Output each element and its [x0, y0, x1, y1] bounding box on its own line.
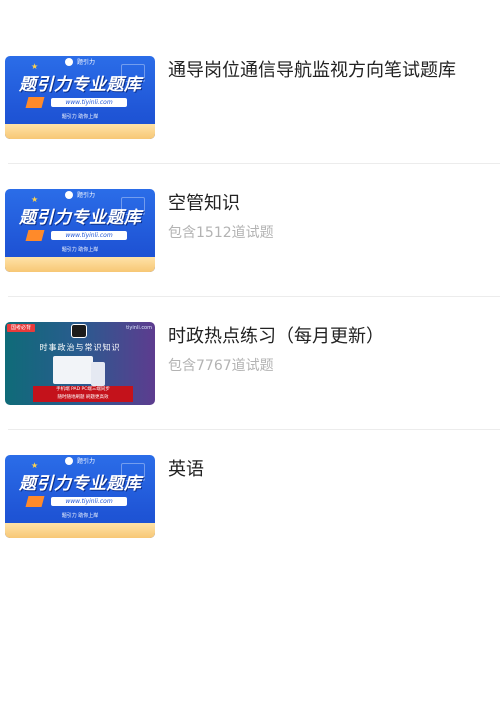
thumb-headline: 题引力专业题库 — [19, 75, 142, 95]
thumb-headline: 时事政治与常识知识 — [39, 343, 121, 352]
thumbnail: 国考必背 tiyinli.com 时事政治与常识知识 手机端 PAD PC端三端… — [5, 322, 155, 405]
list-item[interactable]: 题引力 ★ 题引力专业题库 www.tiyinli.com 题引力 助你上岸 空… — [0, 189, 500, 297]
item-title[interactable]: 英语 — [168, 457, 490, 483]
divider — [8, 429, 500, 430]
thumbnail: 题引力 ★ 题引力专业题库 www.tiyinli.com 题引力 助你上岸 — [5, 455, 155, 538]
pencil-icon — [25, 496, 45, 507]
thumb-footer — [5, 124, 155, 139]
thumb-footer-line1: 手机端 PAD PC端三端同步 — [56, 387, 110, 392]
thumb-url: www.tiyinli.com — [51, 231, 127, 240]
thumb-url: www.tiyinli.com — [51, 98, 127, 107]
question-bank-list: 题引力 ★ 题引力专业题库 www.tiyinli.com 题引力 助你上岸 通… — [0, 0, 500, 538]
brand-logo-icon — [65, 191, 73, 199]
brand-logo-icon — [65, 58, 73, 66]
thumbnail: 题引力 ★ 题引力专业题库 www.tiyinli.com 题引力 助你上岸 — [5, 189, 155, 272]
divider — [8, 296, 500, 297]
item-title[interactable]: 空管知识 — [168, 191, 490, 217]
thumb-tagline: 题引力 助你上岸 — [61, 513, 99, 519]
thumb-footer — [5, 257, 155, 272]
brand-name: 题引力 — [77, 458, 96, 465]
thumb-tagline: 题引力 助你上岸 — [61, 247, 99, 253]
list-item[interactable]: 国考必背 tiyinli.com 时事政治与常识知识 手机端 PAD PC端三端… — [0, 322, 500, 430]
thumb-footer: 手机端 PAD PC端三端同步 随时随地刷题 刷题更高效 — [33, 386, 133, 402]
pencil-icon — [25, 230, 45, 241]
thumb-url: www.tiyinli.com — [51, 497, 127, 506]
list-item[interactable]: 题引力 ★ 题引力专业题库 www.tiyinli.com 题引力 助你上岸 英… — [0, 455, 500, 538]
item-title[interactable]: 时政热点练习（每月更新） — [168, 324, 490, 350]
pencil-icon — [25, 97, 45, 108]
thumb-headline: 题引力专业题库 — [19, 474, 142, 494]
phone-icon — [91, 362, 105, 386]
laptop-icon — [53, 356, 93, 384]
thumb-tagline: 题引力 助你上岸 — [61, 114, 99, 120]
thumbnail: 题引力 ★ 题引力专业题库 www.tiyinli.com 题引力 助你上岸 — [5, 56, 155, 139]
item-subtitle: 包含1512道试题 — [168, 225, 274, 241]
thumb-footer-line2: 随时随地刷题 刷题更高效 — [57, 395, 109, 400]
list-item[interactable]: 题引力 ★ 题引力专业题库 www.tiyinli.com 题引力 助你上岸 通… — [0, 56, 500, 164]
item-title[interactable]: 通导岗位通信导航监视方向笔试题库 — [168, 58, 490, 84]
brand-name: 题引力 — [77, 59, 96, 66]
thumb-site: tiyinli.com — [126, 325, 152, 331]
brand-logo-icon — [65, 457, 73, 465]
divider — [8, 163, 500, 164]
item-subtitle: 包含7767道试题 — [168, 358, 274, 374]
brand-name: 题引力 — [77, 192, 96, 199]
thumb-badge: 国考必背 — [7, 324, 36, 332]
thumb-footer — [5, 523, 155, 538]
thumb-headline: 题引力专业题库 — [19, 208, 142, 228]
brand-logo-icon — [71, 324, 87, 338]
